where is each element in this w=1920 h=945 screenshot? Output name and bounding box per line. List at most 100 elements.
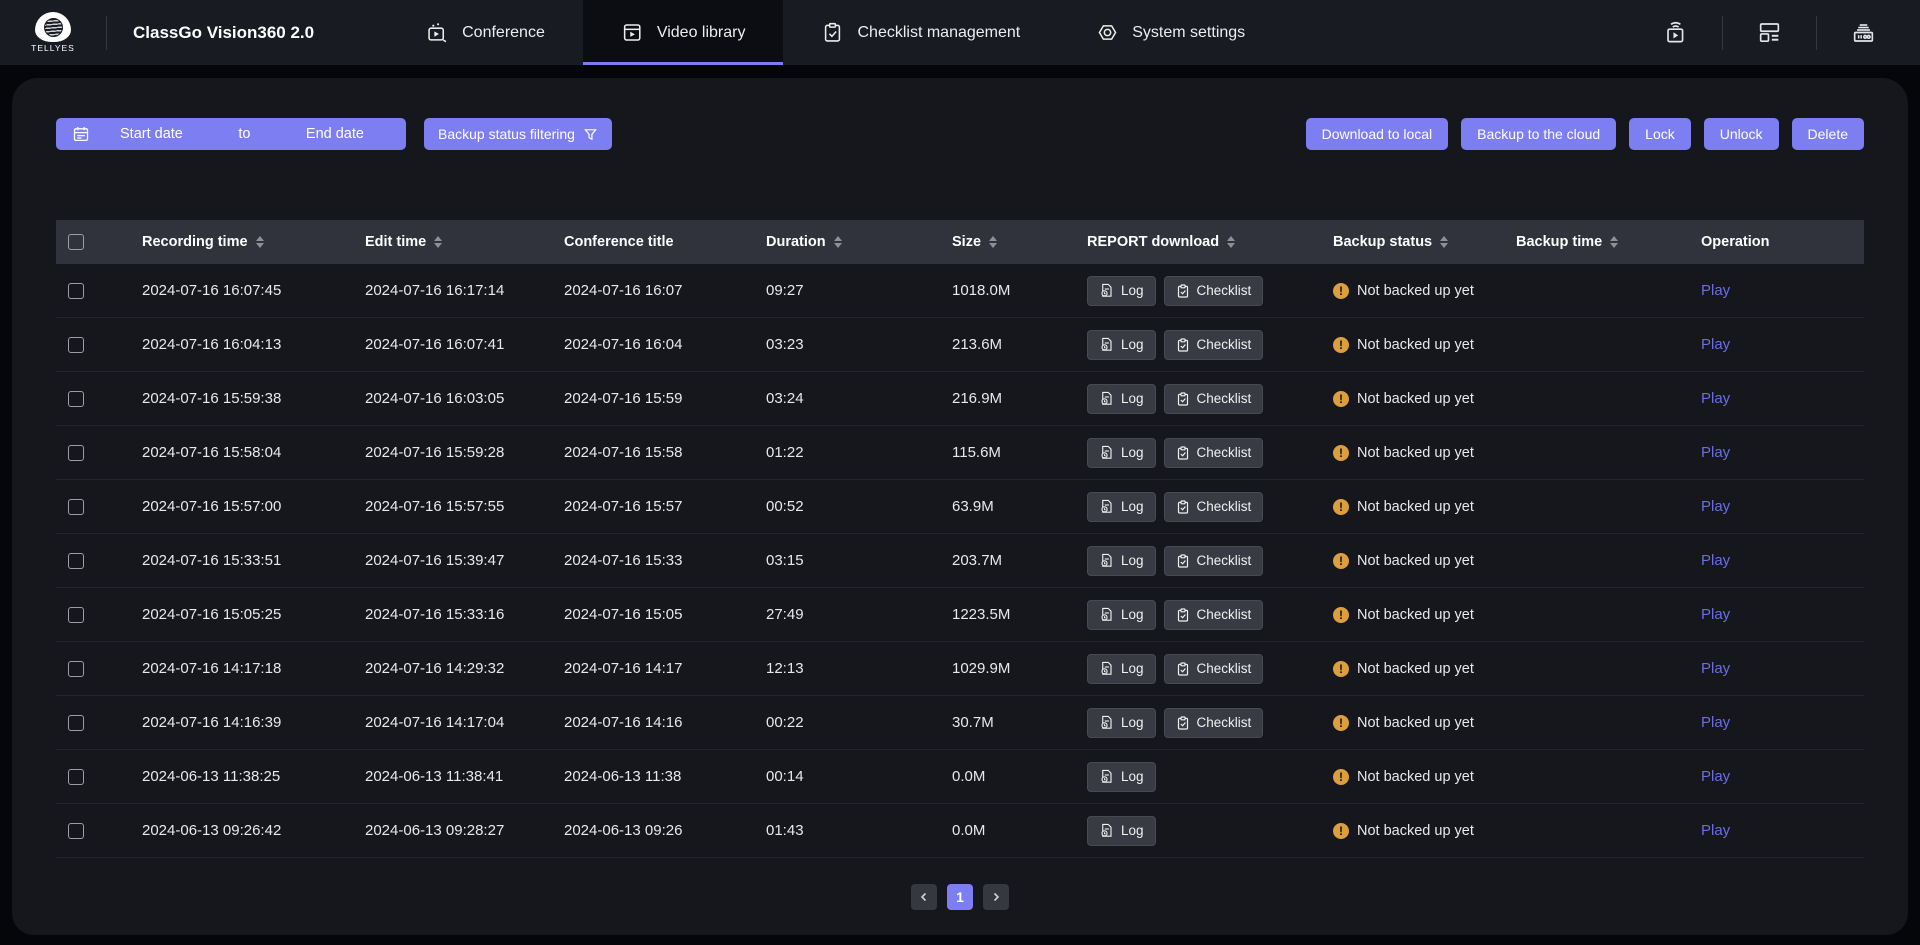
row-checkbox[interactable] (68, 337, 84, 353)
edit-time-cell: 2024-07-16 16:07:41 (365, 336, 564, 353)
row-checkbox[interactable] (68, 445, 84, 461)
play-link[interactable]: Play (1701, 660, 1730, 677)
sort-icon[interactable] (256, 236, 264, 248)
column-header[interactable]: Edit time (365, 234, 564, 250)
log-file-icon (1099, 337, 1114, 352)
sort-icon[interactable] (1227, 236, 1235, 248)
settings-gear-icon (1096, 21, 1119, 44)
row-checkbox[interactable] (68, 715, 84, 731)
tab-video-library[interactable]: Video library (583, 0, 784, 65)
tab-conference[interactable]: Conference (388, 0, 583, 65)
warning-icon (1333, 715, 1349, 731)
select-all-checkbox[interactable] (68, 234, 84, 250)
play-link[interactable]: Play (1701, 768, 1730, 785)
duration-cell: 01:22 (766, 444, 952, 461)
table-row: 2024-06-13 11:38:25 2024-06-13 11:38:41 … (56, 750, 1864, 804)
play-link[interactable]: Play (1701, 282, 1730, 299)
size-cell: 1018.0M (952, 282, 1087, 299)
log-download-button[interactable]: Log (1087, 654, 1156, 684)
checklist-download-button[interactable]: Checklist (1164, 330, 1264, 360)
date-range-picker[interactable]: Start date to End date (56, 118, 406, 150)
column-header[interactable]: REPORT download (1087, 234, 1333, 250)
log-download-button[interactable]: Log (1087, 492, 1156, 522)
row-checkbox[interactable] (68, 769, 84, 785)
column-header[interactable]: Size (952, 234, 1087, 250)
checklist-download-button[interactable]: Checklist (1164, 438, 1264, 468)
layout-icon[interactable] (1723, 19, 1816, 46)
warning-icon (1333, 661, 1349, 677)
log-file-icon (1099, 391, 1114, 406)
recorder-device-icon[interactable] (1817, 19, 1910, 46)
start-date-field[interactable]: Start date (120, 126, 183, 142)
checklist-download-button[interactable]: Checklist (1164, 276, 1264, 306)
next-page-button[interactable] (983, 884, 1009, 910)
column-header[interactable]: Backup time (1516, 234, 1701, 250)
conference-camera-icon (426, 21, 449, 44)
log-download-button[interactable]: Log (1087, 384, 1156, 414)
play-link[interactable]: Play (1701, 606, 1730, 623)
play-link[interactable]: Play (1701, 390, 1730, 407)
duration-cell: 03:24 (766, 390, 952, 407)
log-download-button[interactable]: Log (1087, 816, 1156, 846)
tab-system-settings[interactable]: System settings (1058, 0, 1283, 65)
conference-title-cell: 2024-07-16 15:33 (564, 552, 766, 569)
backup-status-filter-button[interactable]: Backup status filtering (424, 118, 612, 150)
play-link[interactable]: Play (1701, 444, 1730, 461)
row-checkbox[interactable] (68, 391, 84, 407)
sort-icon[interactable] (1440, 236, 1448, 248)
sort-icon[interactable] (834, 236, 842, 248)
lock-button[interactable]: Lock (1629, 118, 1691, 150)
column-header[interactable]: Recording time (142, 234, 365, 250)
checklist-download-button[interactable]: Checklist (1164, 492, 1264, 522)
conference-title-cell: 2024-06-13 11:38 (564, 768, 766, 785)
delete-button[interactable]: Delete (1792, 118, 1864, 150)
column-header[interactable]: Backup status (1333, 234, 1516, 250)
end-date-field[interactable]: End date (306, 126, 364, 142)
checklist-download-button[interactable]: Checklist (1164, 654, 1264, 684)
play-link[interactable]: Play (1701, 552, 1730, 569)
live-cast-icon[interactable] (1629, 19, 1722, 46)
prev-page-button[interactable] (911, 884, 937, 910)
log-file-icon (1099, 445, 1114, 460)
row-checkbox[interactable] (68, 823, 84, 839)
download-to-local-button[interactable]: Download to local (1306, 118, 1449, 150)
unlock-button[interactable]: Unlock (1704, 118, 1779, 150)
play-link[interactable]: Play (1701, 336, 1730, 353)
log-download-button[interactable]: Log (1087, 600, 1156, 630)
chevron-right-icon (990, 891, 1002, 903)
log-download-button[interactable]: Log (1087, 276, 1156, 306)
row-checkbox[interactable] (68, 607, 84, 623)
play-link[interactable]: Play (1701, 822, 1730, 839)
log-download-button[interactable]: Log (1087, 762, 1156, 792)
row-checkbox[interactable] (68, 283, 84, 299)
sort-icon[interactable] (434, 236, 442, 248)
size-cell: 30.7M (952, 714, 1087, 731)
filter-funnel-icon (583, 127, 598, 142)
sort-icon[interactable] (1610, 236, 1618, 248)
row-checkbox[interactable] (68, 553, 84, 569)
play-link[interactable]: Play (1701, 498, 1730, 515)
row-checkbox[interactable] (68, 661, 84, 677)
backup-to-cloud-button[interactable]: Backup to the cloud (1461, 118, 1616, 150)
checklist-download-button[interactable]: Checklist (1164, 546, 1264, 576)
conference-title-cell: 2024-07-16 15:57 (564, 498, 766, 515)
tab-label: Conference (462, 24, 545, 42)
sort-icon[interactable] (989, 236, 997, 248)
row-checkbox[interactable] (68, 499, 84, 515)
log-download-button[interactable]: Log (1087, 708, 1156, 738)
recording-time-cell: 2024-07-16 16:04:13 (142, 336, 365, 353)
table-row: 2024-07-16 14:17:18 2024-07-16 14:29:32 … (56, 642, 1864, 696)
log-download-button[interactable]: Log (1087, 546, 1156, 576)
column-header[interactable]: Duration (766, 234, 952, 250)
checklist-download-button[interactable]: Checklist (1164, 708, 1264, 738)
checklist-download-button[interactable]: Checklist (1164, 384, 1264, 414)
log-download-button[interactable]: Log (1087, 330, 1156, 360)
checklist-doc-icon (1176, 608, 1190, 622)
tab-checklist-management[interactable]: Checklist management (783, 0, 1058, 65)
current-page-button[interactable]: 1 (947, 884, 973, 910)
checklist-download-button[interactable]: Checklist (1164, 600, 1264, 630)
table-row: 2024-07-16 15:59:38 2024-07-16 16:03:05 … (56, 372, 1864, 426)
play-link[interactable]: Play (1701, 714, 1730, 731)
log-download-button[interactable]: Log (1087, 438, 1156, 468)
pagination: 1 (56, 884, 1864, 910)
